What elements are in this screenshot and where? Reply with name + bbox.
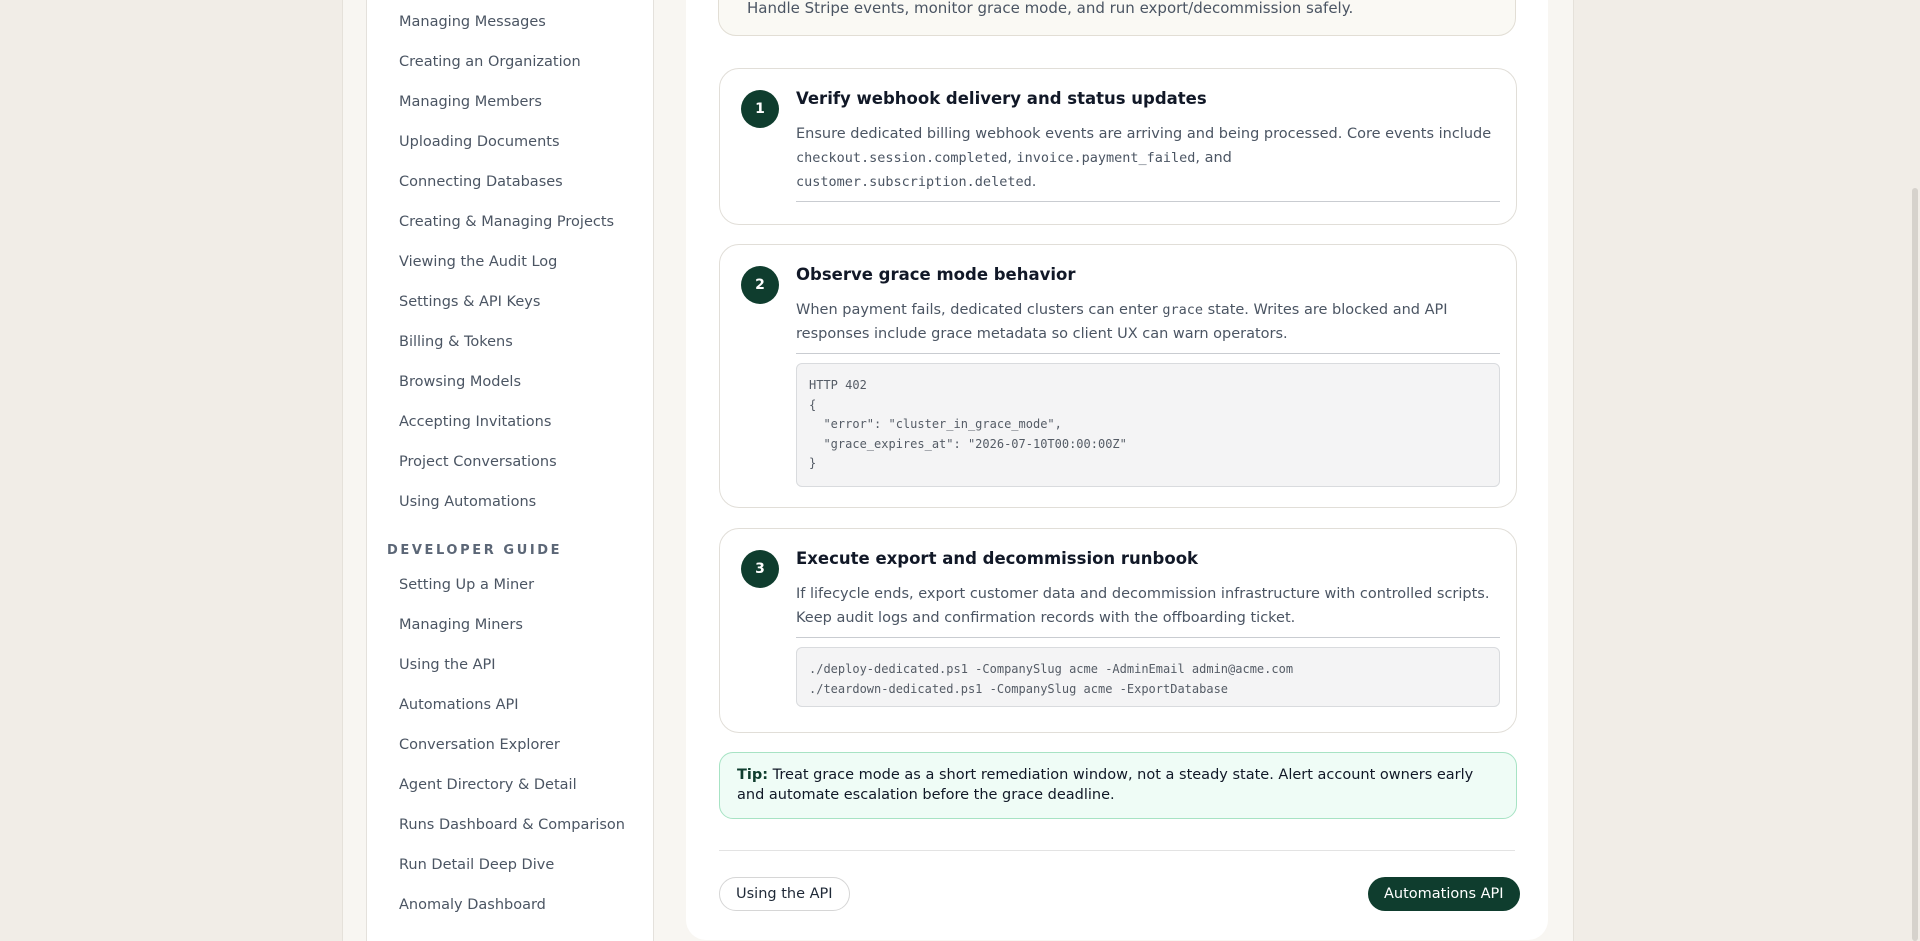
sidebar-item-run-detail-deep-dive[interactable]: Run Detail Deep Dive xyxy=(399,855,554,875)
intro-summary-text: Handle Stripe events, monitor grace mode… xyxy=(747,0,1354,17)
step-card-2: 2 Observe grace mode behavior When payme… xyxy=(719,244,1517,508)
step-description-separator: , and xyxy=(1195,150,1232,166)
sidebar-item-using-automations[interactable]: Using Automations xyxy=(399,492,536,512)
sidebar-item-creating-organization[interactable]: Creating an Organization xyxy=(399,52,581,72)
sidebar-item-anomaly-dashboard[interactable]: Anomaly Dashboard xyxy=(399,895,546,915)
sidebar-item-runs-dashboard-comparison[interactable]: Runs Dashboard & Comparison xyxy=(399,815,625,835)
page-scrollbar-thumb[interactable] xyxy=(1912,188,1918,941)
step-description-separator: , xyxy=(1007,150,1017,166)
step-number-badge: 1 xyxy=(741,90,779,128)
step-title: Execute export and decommission runbook xyxy=(796,549,1199,568)
tip-text-container: Tip: Treat grace mode as a short remedia… xyxy=(737,765,1497,805)
inline-code-customer-subscription-deleted: customer.subscription.deleted xyxy=(796,174,1032,190)
pager-divider xyxy=(719,850,1515,851)
step-divider xyxy=(796,353,1500,354)
step-title: Observe grace mode behavior xyxy=(796,265,1076,284)
code-block-http-402: HTTP 402 { "error": "cluster_in_grace_mo… xyxy=(796,363,1500,487)
sidebar-item-uploading-documents[interactable]: Uploading Documents xyxy=(399,132,560,152)
sidebar-item-accepting-invitations[interactable]: Accepting Invitations xyxy=(399,412,551,432)
step-description: When payment fails, dedicated clusters c… xyxy=(796,298,1502,346)
sidebar-item-managing-members[interactable]: Managing Members xyxy=(399,92,542,112)
step-number-badge: 3 xyxy=(741,550,779,588)
tip-text: Treat grace mode as a short remediation … xyxy=(737,767,1474,803)
code-block-text: HTTP 402 { "error": "cluster_in_grace_mo… xyxy=(809,378,1127,470)
step-description-text: When payment fails, dedicated clusters c… xyxy=(796,302,1163,318)
step-description-end: . xyxy=(1031,174,1037,190)
sidebar-item-connecting-databases[interactable]: Connecting Databases xyxy=(399,172,563,192)
sidebar-item-browsing-models[interactable]: Browsing Models xyxy=(399,372,521,392)
sidebar-item-managing-messages[interactable]: Managing Messages xyxy=(399,12,546,32)
sidebar-item-settings-api-keys[interactable]: Settings & API Keys xyxy=(399,292,540,312)
step-card-3: 3 Execute export and decommission runboo… xyxy=(719,528,1517,733)
inline-code-grace: grace xyxy=(1162,302,1203,318)
sidebar-item-automations-api[interactable]: Automations API xyxy=(399,695,519,715)
step-description-text: Ensure dedicated billing webhook events … xyxy=(796,126,1492,142)
sidebar-item-agent-directory-detail[interactable]: Agent Directory & Detail xyxy=(399,775,577,795)
intro-summary-box: Handle Stripe events, monitor grace mode… xyxy=(718,0,1516,36)
sidebar-item-conversation-explorer[interactable]: Conversation Explorer xyxy=(399,735,560,755)
docs-sidebar: Managing Messages Creating an Organizati… xyxy=(366,0,654,941)
sidebar-item-setting-up-miner[interactable]: Setting Up a Miner xyxy=(399,575,534,595)
inline-code-invoice-payment-failed: invoice.payment_failed xyxy=(1016,150,1196,166)
step-divider xyxy=(796,201,1500,202)
sidebar-section-title-developer-guide: DEVELOPER GUIDE xyxy=(387,543,563,558)
code-block-text: ./deploy-dedicated.ps1 -CompanySlug acme… xyxy=(809,662,1294,696)
sidebar-item-managing-miners[interactable]: Managing Miners xyxy=(399,615,523,635)
step-number-badge: 2 xyxy=(741,266,779,304)
sidebar-item-billing-tokens[interactable]: Billing & Tokens xyxy=(399,332,513,352)
step-divider xyxy=(796,637,1500,638)
next-page-button[interactable]: Automations API xyxy=(1368,877,1520,911)
inline-code-checkout-session-completed: checkout.session.completed xyxy=(796,150,1008,166)
sidebar-item-creating-managing-projects[interactable]: Creating & Managing Projects xyxy=(399,212,614,232)
step-description: If lifecycle ends, export customer data … xyxy=(796,586,1490,626)
step-card-1: 1 Verify webhook delivery and status upd… xyxy=(719,68,1517,225)
sidebar-item-viewing-audit-log[interactable]: Viewing the Audit Log xyxy=(399,252,557,272)
sidebar-item-using-the-api[interactable]: Using the API xyxy=(399,655,496,675)
sidebar-item-project-conversations[interactable]: Project Conversations xyxy=(399,452,557,472)
tip-label: Tip: xyxy=(737,767,769,783)
step-title: Verify webhook delivery and status updat… xyxy=(796,89,1207,108)
step-description: Ensure dedicated billing webhook events … xyxy=(796,122,1502,194)
prev-page-button[interactable]: Using the API xyxy=(719,877,850,911)
code-block-runbook-scripts: ./deploy-dedicated.ps1 -CompanySlug acme… xyxy=(796,647,1500,707)
tip-callout: Tip: Treat grace mode as a short remedia… xyxy=(719,752,1517,819)
